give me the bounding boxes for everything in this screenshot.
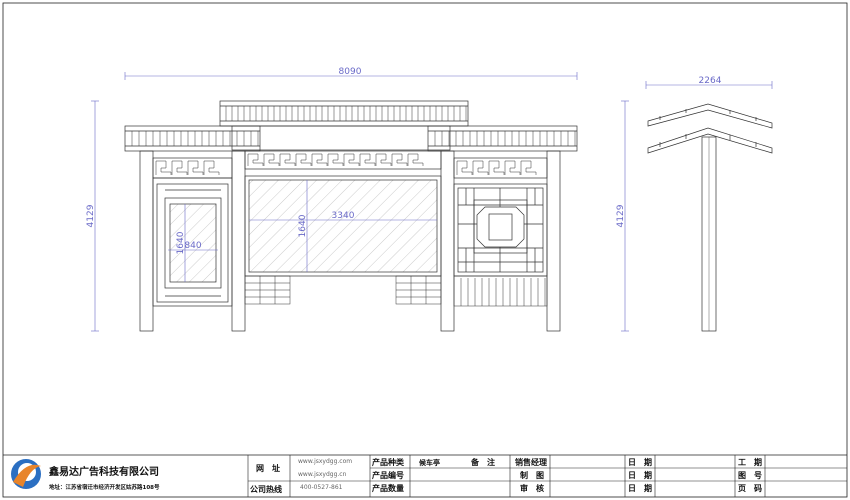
top-roof-ribs (225, 106, 467, 121)
job-no-label: 工 期 (738, 458, 762, 467)
center-beam (231, 125, 451, 151)
post-left-outer (139, 150, 154, 332)
drawn-label: 制 图 (520, 471, 544, 480)
frieze-left (152, 157, 233, 179)
center-steps-left (244, 275, 291, 305)
top-roof (219, 100, 469, 127)
right-lower-slats (453, 275, 548, 307)
website-1[interactable]: www.jsxydgg.com (298, 458, 352, 465)
dim-front-height: 4129 (86, 204, 96, 227)
elevation-drawing: 8090 4129 3340 1640 840 1640 2264 4129 (2, 2, 848, 498)
website-label: 网 址 (256, 464, 280, 473)
page-no-label: 页 码 (738, 484, 762, 493)
post-left-inner (231, 150, 246, 332)
side-dimensions (621, 81, 773, 332)
review-label: 审 核 (520, 484, 544, 493)
date-label-2: 日 期 (628, 471, 652, 480)
product-type-label: 产品种类 (372, 458, 404, 467)
left-roof-ribs (131, 131, 259, 146)
date-label-1: 日 期 (628, 458, 652, 467)
dim-board-width: 3340 (332, 211, 355, 221)
title-block: 鑫易达广告科技有限公司 地址：江苏省宿迁市经济开发区姑苏路108号 网 址 ww… (6, 455, 844, 496)
product-code-label: 产品编号 (372, 471, 404, 480)
company-name: 鑫易达广告科技有限公司 (49, 467, 159, 478)
hotline-label: 公司热线 (250, 485, 282, 494)
post-right-inner (440, 150, 455, 332)
remark-label: 备 注 (471, 458, 495, 467)
company-address: 地址：江苏省宿迁市经济开发区姑苏路108号 (49, 485, 160, 491)
center-board (244, 175, 442, 277)
post-right-outer (546, 150, 561, 332)
right-roof (427, 125, 578, 152)
right-lattice-panel (453, 183, 548, 277)
dim-small-board-height: 1640 (176, 231, 186, 254)
dim-total-width: 8090 (339, 67, 362, 77)
frieze-center (244, 150, 442, 170)
product-type-value: 候车亭 (419, 459, 440, 467)
side-roof-upper (647, 103, 773, 129)
dim-small-board-width: 840 (184, 241, 201, 251)
frieze-right (453, 157, 548, 179)
side-elevation (647, 103, 773, 332)
product-qty-label: 产品数量 (372, 484, 404, 493)
dim-board-height: 1640 (298, 214, 308, 237)
drawing-no-label: 图 号 (738, 471, 762, 480)
dim-side-height: 4129 (616, 204, 626, 227)
date-label-3: 日 期 (628, 484, 652, 493)
sales-manager-label: 销售经理 (515, 458, 547, 467)
center-steps-right (395, 275, 442, 305)
dim-side-width: 2264 (699, 76, 722, 86)
hotline-number: 400-0527-861 (300, 484, 343, 491)
side-roof-lower (647, 127, 773, 154)
left-roof (124, 125, 261, 152)
right-roof-ribs (434, 131, 576, 146)
website-2[interactable]: www.jsxydgg.cn (298, 471, 346, 478)
